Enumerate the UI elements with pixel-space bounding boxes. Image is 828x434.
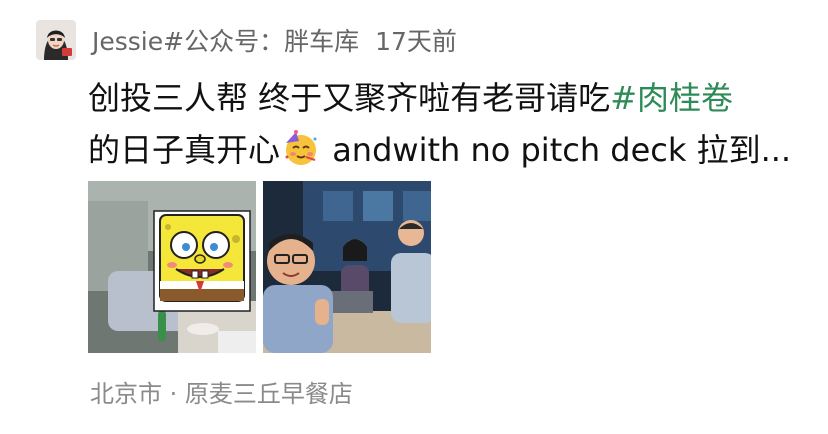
post-content: 创投三人帮 终于又聚齐啦有老哥请吃#肉桂卷 的日子真开心 andwith no … <box>88 72 800 176</box>
author-avatar[interactable] <box>36 20 76 60</box>
spongebob-sticker-icon <box>153 210 251 312</box>
hashtag-link[interactable]: #肉桂卷 <box>610 79 733 117</box>
content-text-2: 的日子真开心 <box>88 131 281 169</box>
content-text-3: andwith no pitch deck 拉到... <box>322 131 792 169</box>
photo-image <box>88 181 256 353</box>
post-time: 17天前 <box>375 27 457 56</box>
author-name[interactable]: Jessie#公众号：胖车库 <box>92 22 359 58</box>
avatar-image <box>36 20 76 60</box>
post-location[interactable]: 北京市 · 原麦三丘早餐店 <box>90 374 353 409</box>
photo-image <box>263 181 431 353</box>
partying-face-emoji <box>285 130 317 165</box>
photo-group-selfie[interactable] <box>263 181 431 353</box>
content-text-1: 创投三人帮 终于又聚齐啦有老哥请吃 <box>88 79 611 117</box>
content-line-1: 创投三人帮 终于又聚齐啦有老哥请吃#肉桂卷 <box>88 72 800 124</box>
content-line-2: 的日子真开心 andwith no pitch deck 拉到... <box>88 124 800 176</box>
moments-post: Jessie#公众号：胖车库 17天前 创投三人帮 终于又聚齐啦有老哥请吃#肉桂… <box>0 0 828 434</box>
photo-spongebob-meeting[interactable] <box>88 181 256 353</box>
post-header: Jessie#公众号：胖车库 17天前 <box>92 22 457 58</box>
